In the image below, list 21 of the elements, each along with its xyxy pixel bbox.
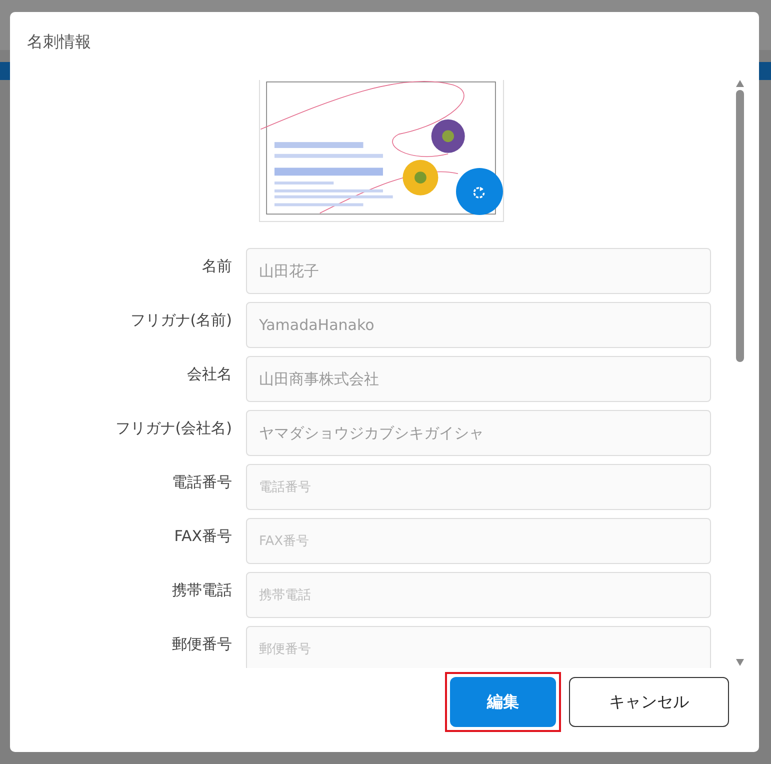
field-label: 電話番号 — [171, 472, 233, 492]
field-label: 会社名 — [186, 364, 233, 384]
field-label: フリガナ(会社名) — [114, 418, 233, 438]
rotate-icon — [472, 184, 486, 198]
input-field[interactable]: 山田商事株式会社 — [246, 356, 711, 402]
field-label: 郵便番号 — [171, 634, 233, 654]
field-label: フリガナ(名前) — [129, 310, 233, 330]
field-label: 携帯電話 — [171, 580, 233, 600]
input-field[interactable]: 電話番号 — [246, 464, 711, 510]
dialog-title: 名刺情報 — [26, 31, 92, 53]
input-field[interactable]: 郵便番号 — [246, 626, 711, 668]
field-label: FAX番号 — [173, 526, 233, 546]
input-field[interactable]: 山田花子 — [246, 248, 711, 294]
input-field[interactable]: ヤマダショウジカブシキガイシャ — [246, 410, 711, 456]
cancel-button[interactable]: キャンセル — [569, 677, 729, 727]
scrollbar[interactable] — [733, 80, 747, 668]
edit-button[interactable]: 編集 — [450, 677, 556, 727]
input-field[interactable]: YamadaHanako — [246, 302, 711, 348]
field-label: 名前 — [201, 256, 233, 276]
input-field[interactable]: 携帯電話 — [246, 572, 711, 618]
input-field[interactable]: FAX番号 — [246, 518, 711, 564]
